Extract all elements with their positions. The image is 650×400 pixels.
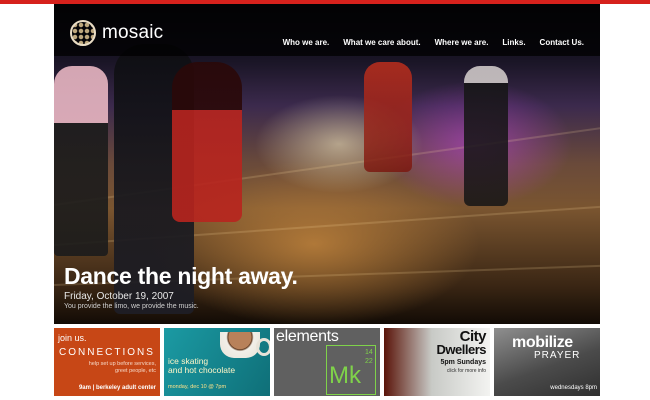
event-tiles: join us. CONNECTIONS help set up before … bbox=[54, 328, 600, 396]
tile-mobilize-prayer[interactable]: mobilize PRAYER wednesdays 8pm bbox=[494, 328, 600, 396]
logo[interactable]: mosaic bbox=[70, 20, 163, 46]
dancer-silhouette bbox=[172, 62, 242, 222]
tile-city-dwellers-more: click for more info bbox=[446, 368, 486, 374]
nav-where-we-are[interactable]: Where we are. bbox=[435, 38, 489, 47]
dancer-silhouette bbox=[54, 66, 108, 256]
nav-contact-us[interactable]: Contact Us. bbox=[540, 38, 584, 47]
tile-connections-footer: 9am | berkeley adult center bbox=[78, 385, 156, 391]
tile-connections-title: join us. bbox=[58, 333, 87, 343]
nav-what-we-care-about[interactable]: What we care about. bbox=[343, 38, 420, 47]
tile-city-dwellers-time: 5pm Sundays bbox=[440, 359, 486, 366]
hero-headline: Dance the night away. bbox=[64, 263, 298, 289]
tile-connections-desc-line2: greet people, etc bbox=[115, 368, 156, 374]
tile-mobilize-subtitle: PRAYER bbox=[534, 350, 581, 361]
tile-ice-skating-footer: monday, dec 10 @ 7pm bbox=[168, 384, 227, 390]
hero-date: Friday, October 19, 2007 bbox=[64, 291, 174, 302]
element-number-bottom: 22 bbox=[365, 358, 373, 365]
nav-who-we-are[interactable]: Who we are. bbox=[283, 38, 330, 47]
tile-city-dwellers-title-line2: Dwellers bbox=[436, 342, 487, 357]
tile-ice-skating-title-line2: and hot chocolate bbox=[168, 365, 236, 375]
tile-ice-skating[interactable]: ice skating and hot chocolate monday, de… bbox=[164, 328, 270, 396]
dancer-silhouette bbox=[464, 66, 508, 206]
element-symbol: Mk bbox=[329, 362, 361, 389]
nav-links[interactable]: Links. bbox=[502, 38, 525, 47]
tile-mobilize-time: wednesdays 8pm bbox=[550, 385, 597, 391]
dancer-silhouette bbox=[364, 62, 412, 172]
main-nav: Who we are. What we care about. Where we… bbox=[283, 38, 584, 47]
tile-connections-desc: help set up before services, greet peopl… bbox=[89, 361, 156, 375]
tile-connections[interactable]: join us. CONNECTIONS help set up before … bbox=[54, 328, 160, 396]
tile-elements-title: elements bbox=[276, 328, 339, 345]
tile-connections-name: CONNECTIONS bbox=[59, 347, 155, 358]
hero-subtitle: You provide the limo, we provide the mus… bbox=[64, 303, 199, 310]
tile-city-dwellers[interactable]: City Dwellers 5pm Sundays click for more… bbox=[384, 328, 490, 396]
hot-chocolate-cup-icon bbox=[220, 332, 260, 358]
brand-name: mosaic bbox=[102, 22, 164, 43]
tile-ice-skating-title: ice skating and hot chocolate bbox=[168, 357, 235, 375]
element-number-top: 14 bbox=[365, 349, 373, 356]
cup-handle bbox=[256, 338, 270, 356]
tile-elements[interactable]: elements 14 22 Mk bbox=[274, 328, 380, 396]
tile-connections-desc-line1: help set up before services, bbox=[88, 361, 156, 367]
hero-banner: mosaic Who we are. What we care about. W… bbox=[54, 4, 600, 324]
mosaic-logo-icon bbox=[70, 20, 96, 46]
